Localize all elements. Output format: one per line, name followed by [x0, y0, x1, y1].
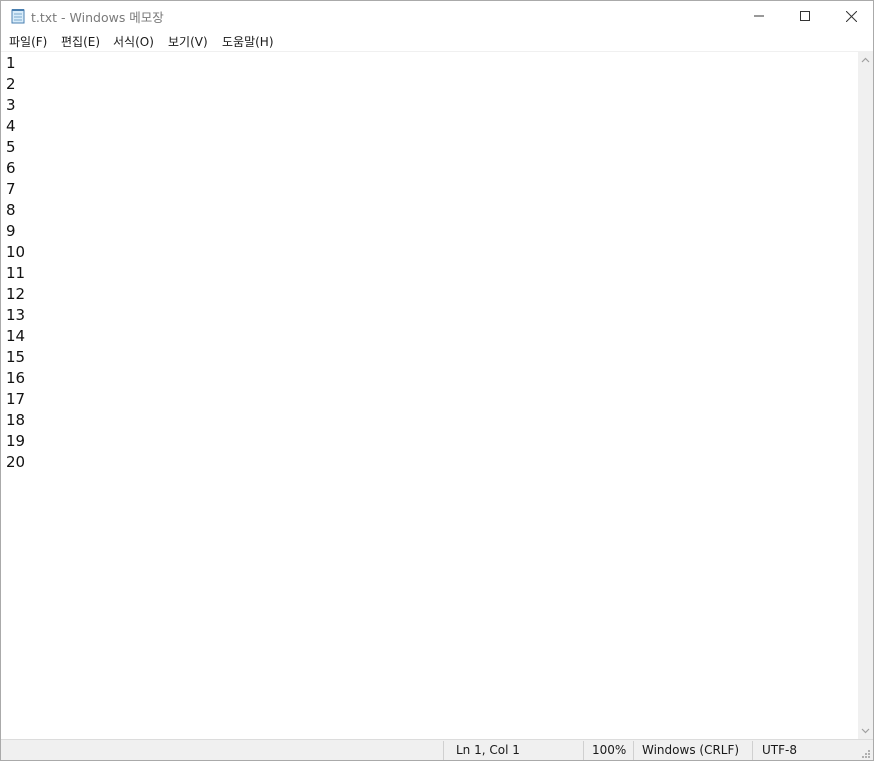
minimize-button[interactable] [736, 1, 782, 31]
menu-help[interactable]: 도움말(H) [222, 33, 274, 50]
vertical-scrollbar[interactable] [858, 51, 873, 739]
text-line: 10 [6, 243, 26, 261]
text-line: 4 [6, 117, 16, 135]
menu-edit[interactable]: 편집(E) [61, 33, 100, 50]
text-line: 13 [6, 306, 26, 324]
close-button[interactable] [828, 1, 873, 31]
text-line: 11 [6, 264, 26, 282]
text-line: 16 [6, 369, 26, 387]
menu-view[interactable]: 보기(V) [168, 33, 208, 50]
text-line: 9 [6, 222, 16, 240]
chevron-down-icon [861, 728, 870, 733]
text-line: 14 [6, 327, 26, 345]
text-line: 17 [6, 390, 26, 408]
status-divider [752, 741, 753, 760]
status-divider [633, 741, 634, 760]
text-line: 8 [6, 201, 16, 219]
text-line: 15 [6, 348, 26, 366]
status-divider [443, 741, 444, 760]
resize-grip-icon[interactable] [861, 749, 871, 759]
maximize-button[interactable] [782, 1, 828, 31]
status-divider [583, 741, 584, 760]
encoding: UTF-8 [762, 743, 797, 757]
text-line: 18 [6, 411, 26, 429]
menu-format[interactable]: 서식(O) [113, 33, 154, 50]
text-line: 19 [6, 432, 26, 450]
notepad-window: t.txt - Windows 메모장 파일(F) 편집(E) 서식(O) 보기… [0, 0, 874, 761]
menu-bar: 파일(F) 편집(E) 서식(O) 보기(V) 도움말(H) [1, 31, 873, 51]
chevron-up-icon [861, 57, 870, 62]
zoom-level: 100% [592, 743, 627, 757]
text-line: 3 [6, 96, 16, 114]
text-line: 7 [6, 180, 16, 198]
text-line: 5 [6, 138, 16, 156]
text-line: 1 [6, 54, 16, 72]
text-line: 2 [6, 75, 16, 93]
window-title: t.txt - Windows 메모장 [31, 10, 164, 25]
maximize-icon [800, 11, 810, 21]
text-editor[interactable]: 1 2 3 4 5 6 7 8 9 10 11 12 13 14 15 16 1… [1, 51, 858, 740]
cursor-position: Ln 1, Col 1 [456, 743, 520, 757]
menu-file[interactable]: 파일(F) [9, 33, 47, 50]
minimize-icon [754, 15, 764, 17]
notepad-icon [11, 9, 25, 24]
text-line: 12 [6, 285, 26, 303]
scroll-up-button[interactable] [858, 51, 873, 68]
text-line: 20 [6, 453, 26, 471]
line-ending: Windows (CRLF) [642, 743, 740, 757]
scroll-down-button[interactable] [858, 722, 873, 739]
status-bar: Ln 1, Col 1 100% Windows (CRLF) UTF-8 [1, 739, 873, 760]
text-line: 6 [6, 159, 16, 177]
close-icon [845, 10, 857, 22]
title-bar[interactable]: t.txt - Windows 메모장 [1, 1, 873, 31]
